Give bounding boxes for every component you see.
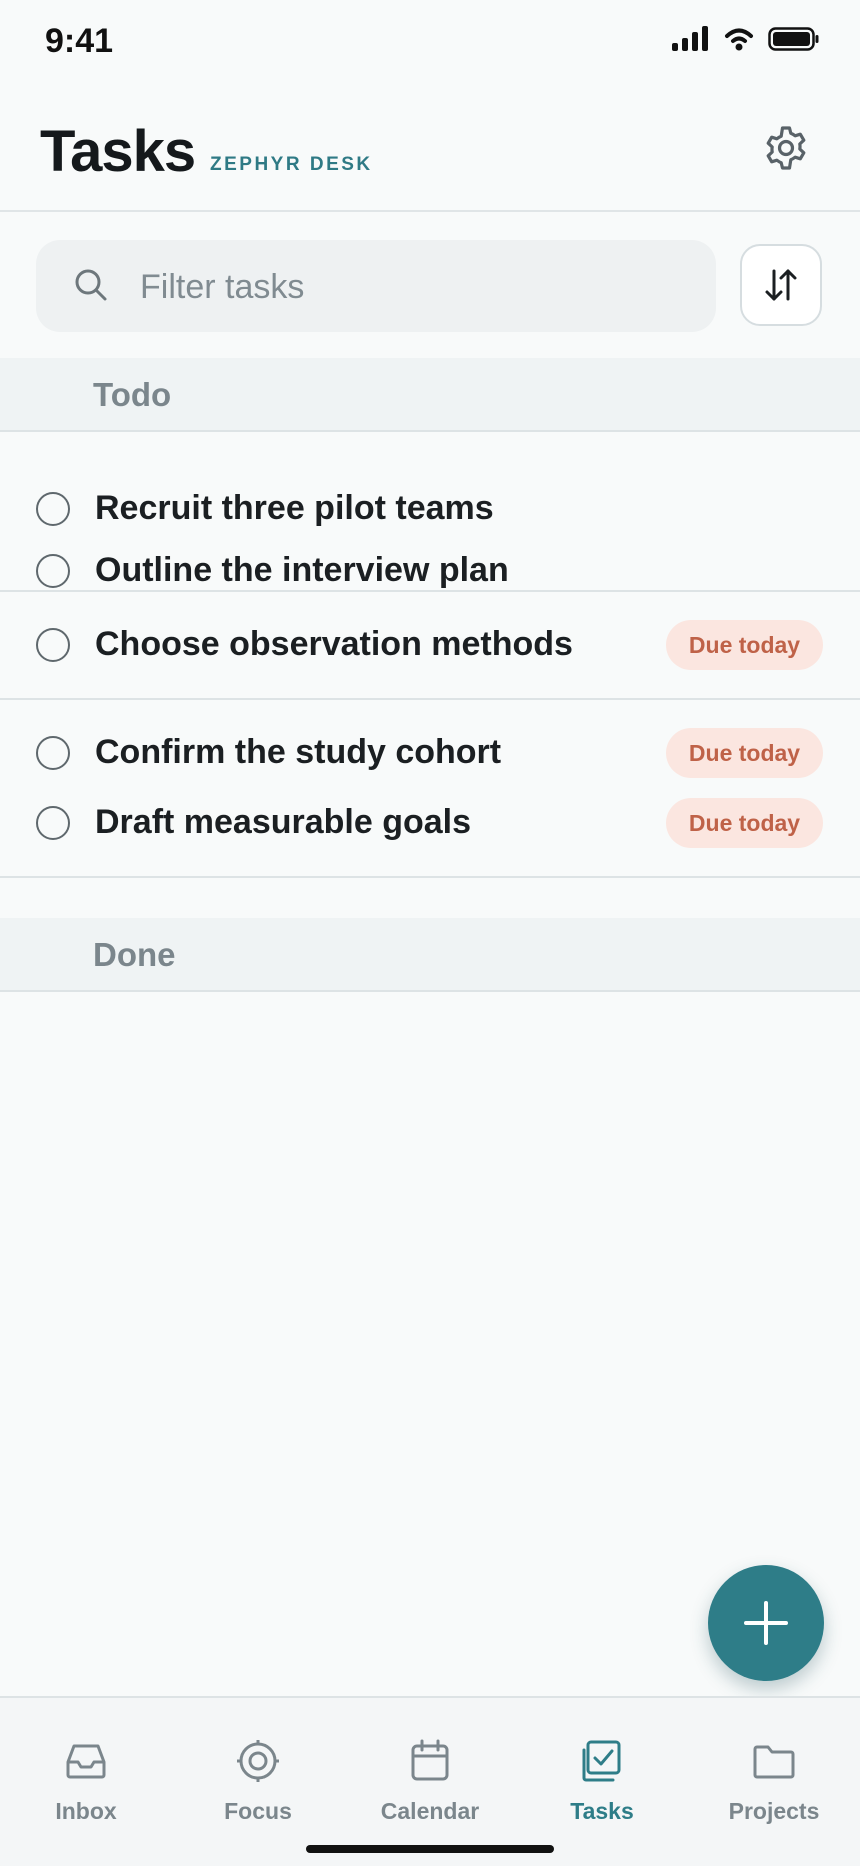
header: Tasks ZEPHYR DESK [0,96,860,212]
tab-bar: Inbox Focus Calendar Tasks Projects [0,1696,860,1866]
tab-label: Focus [224,1798,292,1824]
task-row[interactable]: Draft measurable goals Due today [0,794,860,854]
task-group: Recruit three pilot teams Outline the in… [0,432,860,592]
task-group: Choose observation methods Due today [0,592,860,700]
task-row[interactable]: Choose observation methods Due today [0,616,860,676]
tab-focus[interactable]: Focus [172,1698,344,1828]
task-row[interactable]: Confirm the study cohort Due today [0,724,860,784]
tab-calendar[interactable]: Calendar [344,1698,516,1828]
section-header-done: Done [0,918,860,992]
task-checkbox[interactable] [36,554,70,588]
add-task-button[interactable] [708,1565,824,1681]
due-badge: Due today [666,620,823,670]
calendar-icon [411,1739,449,1781]
signal-icon [672,26,708,51]
task-label: Outline the interview plan [95,551,509,589]
brand-label: ZEPHYR DESK [210,154,373,175]
status-icons [670,22,820,56]
status-time: 9:41 [45,22,114,60]
tab-label: Projects [728,1798,820,1824]
task-checkbox[interactable] [36,492,70,526]
battery-icon [768,27,819,51]
due-badge: Due today [666,798,823,848]
tab-label: Calendar [380,1798,480,1824]
task-checkbox[interactable] [36,628,70,662]
inbox-icon [66,1744,106,1779]
task-row[interactable]: Recruit three pilot teams [0,480,860,540]
tab-inbox[interactable]: Inbox [0,1698,172,1828]
section-title: Todo [93,376,172,413]
tab-label: Inbox [55,1798,117,1824]
task-label: Confirm the study cohort [95,733,502,771]
home-indicator[interactable] [306,1845,554,1853]
wifi-icon [725,28,753,51]
task-label: Choose observation methods [95,625,573,663]
search-box [36,240,716,334]
tasks-icon [582,1740,621,1782]
tab-label: Tasks [570,1798,634,1824]
task-group: Confirm the study cohort Due today Draft… [0,700,860,878]
task-checkbox[interactable] [36,806,70,840]
task-label: Draft measurable goals [95,803,472,841]
search-input[interactable] [138,240,702,334]
plus-icon [744,1601,788,1645]
target-icon [237,1740,279,1782]
status-bar: 9:41 [0,0,860,90]
section-title: Done [93,936,176,973]
page-title: Tasks [40,119,196,184]
task-label: Recruit three pilot teams [95,489,494,527]
search-icon [72,266,112,311]
section-header-todo: Todo [0,358,860,432]
tab-tasks[interactable]: Tasks [516,1698,688,1828]
task-checkbox[interactable] [36,736,70,770]
folder-icon [753,1745,795,1779]
due-badge: Due today [666,728,823,778]
sort-button[interactable] [740,244,822,326]
sort-arrows-icon [765,269,797,301]
gear-icon [766,126,806,170]
settings-button[interactable] [756,118,816,178]
tab-projects[interactable]: Projects [688,1698,860,1828]
